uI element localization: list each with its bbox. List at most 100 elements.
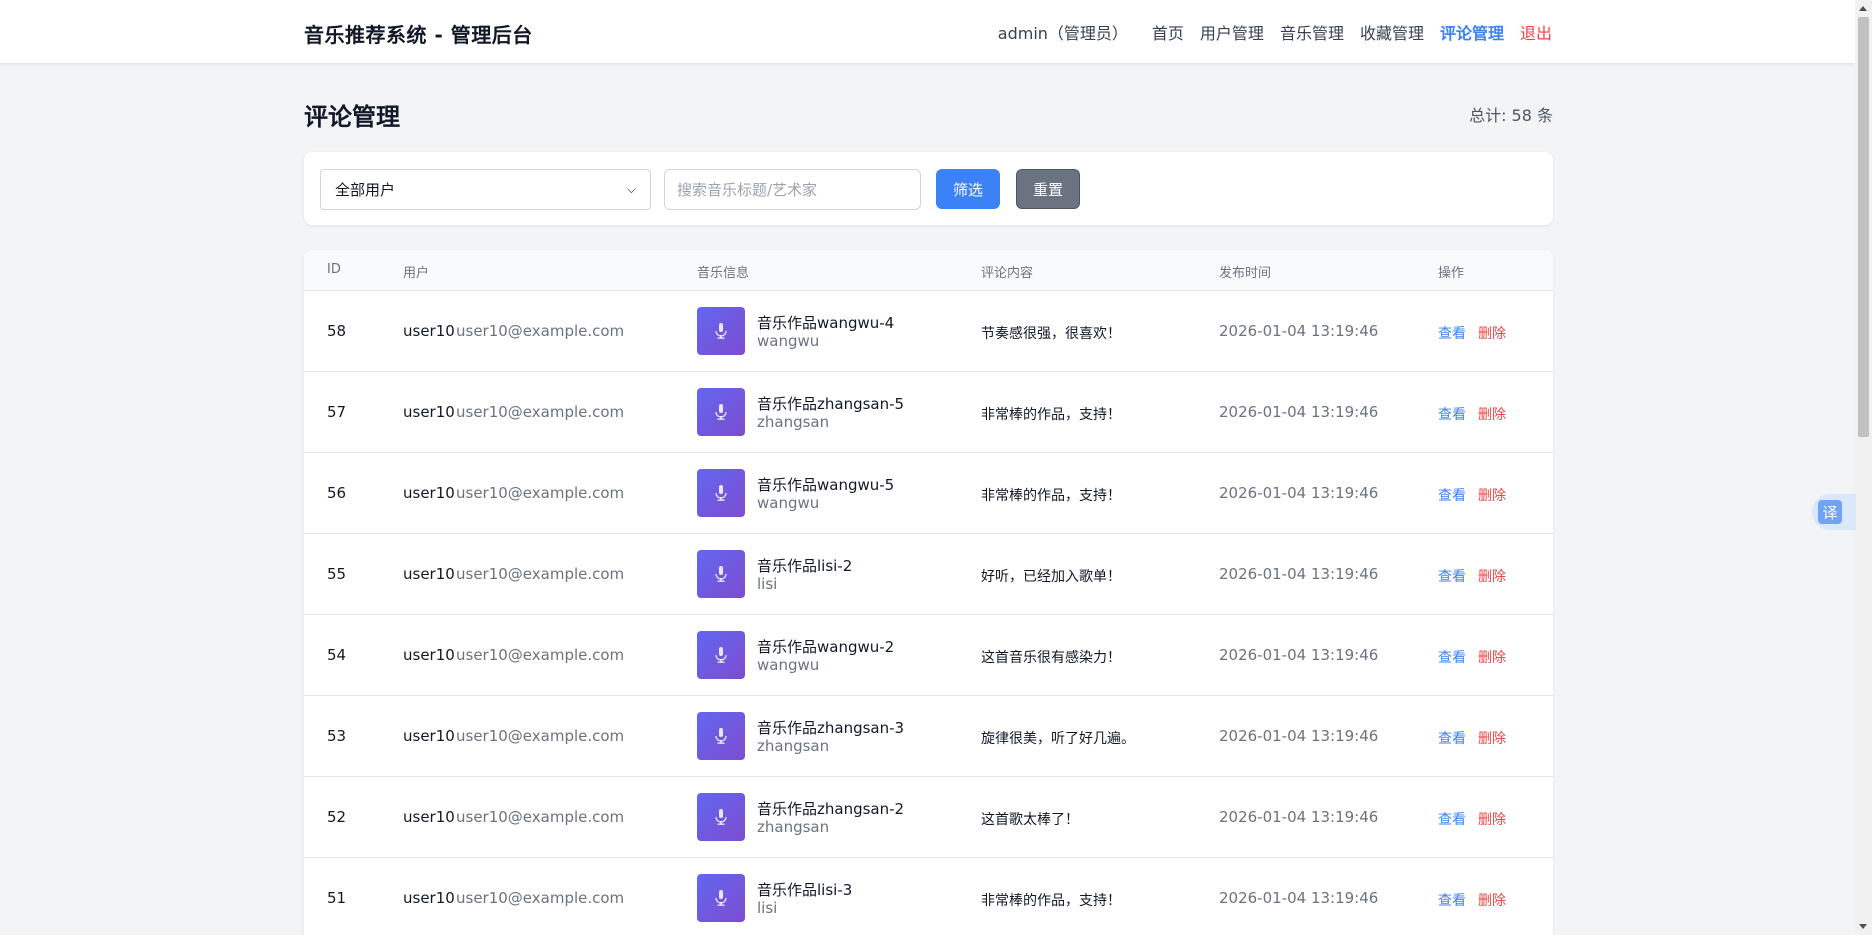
nav-home[interactable]: 首页 <box>1152 20 1184 44</box>
table-row: 55 user10 user10@example.com 音乐作品lisi-2 lisi… <box>304 533 1553 614</box>
publish-time: 2026-01-04 13:19:46 <box>1219 727 1379 745</box>
music-title: 音乐作品lisi-3 <box>757 881 853 899</box>
view-button[interactable]: 查看 <box>1438 647 1466 667</box>
page-scrollbar[interactable] <box>1855 0 1872 935</box>
scroll-down-arrow-icon[interactable] <box>1859 924 1867 929</box>
music-title: 音乐作品wangwu-4 <box>757 314 895 332</box>
nav-comment-management[interactable]: 评论管理 <box>1440 20 1504 44</box>
user-email: user10@example.com <box>456 808 625 826</box>
translate-float-button[interactable]: 译 <box>1812 494 1856 530</box>
music-cover <box>697 631 745 679</box>
comment-id: 53 <box>327 727 347 745</box>
column-header-music: 音乐信息 <box>697 266 750 281</box>
filter-button[interactable]: 筛选 <box>936 169 1000 209</box>
view-button[interactable]: 查看 <box>1438 485 1466 505</box>
music-cover <box>697 712 745 760</box>
comment-content: 这首音乐很有感染力！ <box>981 650 1121 666</box>
main-nav: admin（管理员） 首页 用户管理 音乐管理 收藏管理 评论管理 退出 <box>998 20 1552 44</box>
delete-button[interactable]: 删除 <box>1478 809 1506 829</box>
music-note-icon <box>715 647 727 663</box>
music-artist: wangwu <box>757 656 820 674</box>
scrollbar-thumb[interactable] <box>1858 17 1869 437</box>
music-title: 音乐作品wangwu-5 <box>757 476 895 494</box>
column-header-time: 发布时间 <box>1219 266 1272 281</box>
music-note-icon <box>715 890 727 906</box>
username: user10 <box>403 889 455 907</box>
username: user10 <box>403 322 455 340</box>
user-filter-select[interactable]: 全部用户 ⌵ <box>320 169 651 210</box>
music-title: 音乐作品wangwu-2 <box>757 638 895 656</box>
user-email: user10@example.com <box>456 889 625 907</box>
table-row: 54 user10 user10@example.com 音乐作品wangwu-2 wa… <box>304 614 1553 695</box>
music-cover <box>697 469 745 517</box>
username: user10 <box>403 727 455 745</box>
music-artist: wangwu <box>757 494 820 512</box>
music-note-icon <box>715 485 727 501</box>
music-title: 音乐作品zhangsan-3 <box>757 719 905 737</box>
table-header: ID 用户 音乐信息 评论内容 发布时间 操作 <box>304 250 1553 290</box>
comment-content: 好听，已经加入歌单！ <box>981 569 1121 585</box>
comment-id: 51 <box>327 889 347 907</box>
brand-title: 音乐推荐系统 - 管理后台 <box>304 23 533 47</box>
view-button[interactable]: 查看 <box>1438 323 1466 343</box>
username: user10 <box>403 403 455 421</box>
user-email: user10@example.com <box>456 646 625 664</box>
current-user-label: admin（管理员） <box>997 24 1128 43</box>
reset-button[interactable]: 重置 <box>1016 169 1080 209</box>
column-header-comment: 评论内容 <box>981 266 1034 281</box>
nav-favorites-management[interactable]: 收藏管理 <box>1360 20 1424 44</box>
delete-button[interactable]: 删除 <box>1478 728 1506 748</box>
music-artist: wangwu <box>757 332 820 350</box>
delete-button[interactable]: 删除 <box>1478 404 1506 424</box>
music-cover <box>697 388 745 436</box>
table-row: 57 user10 user10@example.com 音乐作品zhangsan-5… <box>304 371 1553 452</box>
comment-content: 这首歌太棒了！ <box>981 812 1079 828</box>
comment-id: 52 <box>327 808 347 826</box>
music-note-icon <box>715 809 727 825</box>
table-row: 58 user10 user10@example.com 音乐作品wangwu-4 wa… <box>304 290 1553 371</box>
view-button[interactable]: 查看 <box>1438 809 1466 829</box>
view-button[interactable]: 查看 <box>1438 404 1466 424</box>
music-cover <box>697 307 745 355</box>
user-email: user10@example.com <box>456 403 625 421</box>
music-note-icon <box>715 404 727 420</box>
username: user10 <box>403 484 455 502</box>
delete-button[interactable]: 删除 <box>1478 566 1506 586</box>
filter-panel: 全部用户 ⌵ 搜索音乐标题/艺术家 筛选 重置 <box>304 152 1553 225</box>
scroll-up-arrow-icon[interactable] <box>1859 6 1867 11</box>
page-title: 评论管理 <box>304 103 400 131</box>
music-title: 音乐作品lisi-2 <box>757 557 853 575</box>
delete-button[interactable]: 删除 <box>1478 647 1506 667</box>
comment-content: 非常棒的作品，支持！ <box>981 407 1121 423</box>
delete-button[interactable]: 删除 <box>1478 485 1506 505</box>
table-row: 53 user10 user10@example.com 音乐作品zhangsan-3… <box>304 695 1553 776</box>
table-row: 51 user10 user10@example.com 音乐作品lisi-3 lisi… <box>304 857 1553 935</box>
delete-button[interactable]: 删除 <box>1478 890 1506 910</box>
publish-time: 2026-01-04 13:19:46 <box>1219 484 1379 502</box>
view-button[interactable]: 查看 <box>1438 566 1466 586</box>
nav-logout[interactable]: 退出 <box>1520 20 1552 44</box>
user-filter-value: 全部用户 <box>335 181 396 199</box>
nav-music-management[interactable]: 音乐管理 <box>1280 20 1344 44</box>
comment-id: 57 <box>327 403 347 421</box>
top-navbar: 音乐推荐系统 - 管理后台 admin（管理员） 首页 用户管理 音乐管理 收藏… <box>0 0 1855 64</box>
view-button[interactable]: 查看 <box>1438 728 1466 748</box>
publish-time: 2026-01-04 13:19:46 <box>1219 322 1379 340</box>
music-note-icon <box>715 323 727 339</box>
column-header-actions: 操作 <box>1438 266 1465 281</box>
comment-content: 非常棒的作品，支持！ <box>981 893 1121 909</box>
username: user10 <box>403 808 455 826</box>
translate-icon: 译 <box>1818 500 1842 524</box>
music-search-input[interactable]: 搜索音乐标题/艺术家 <box>664 169 921 210</box>
music-artist: lisi <box>757 899 778 917</box>
publish-time: 2026-01-04 13:19:46 <box>1219 565 1379 583</box>
user-email: user10@example.com <box>456 322 625 340</box>
music-note-icon <box>715 728 727 744</box>
music-cover <box>697 793 745 841</box>
nav-user-management[interactable]: 用户管理 <box>1200 20 1264 44</box>
delete-button[interactable]: 删除 <box>1478 323 1506 343</box>
view-button[interactable]: 查看 <box>1438 890 1466 910</box>
column-header-user: 用户 <box>403 266 430 281</box>
publish-time: 2026-01-04 13:19:46 <box>1219 889 1379 907</box>
table-row: 56 user10 user10@example.com 音乐作品wangwu-5 wa… <box>304 452 1553 533</box>
